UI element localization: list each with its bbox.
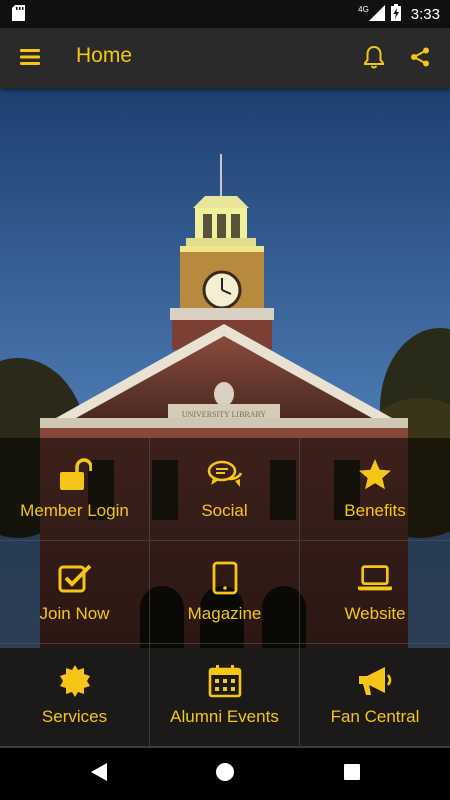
tile-label: Services bbox=[41, 707, 108, 726]
tile-member-login[interactable]: Member Login bbox=[0, 438, 150, 541]
bell-icon bbox=[363, 45, 385, 74]
share-icon bbox=[410, 47, 430, 72]
star-icon bbox=[357, 457, 393, 493]
tablet-icon bbox=[207, 560, 243, 596]
tile-label: Member Login bbox=[20, 501, 129, 520]
menu-button[interactable] bbox=[14, 43, 46, 75]
checkbox-icon bbox=[57, 560, 93, 596]
home-icon bbox=[215, 762, 235, 787]
clock: 3:33 bbox=[410, 5, 440, 23]
tile-services[interactable]: Services bbox=[0, 644, 150, 747]
tile-label: Social bbox=[201, 501, 248, 520]
status-bar: 4G 3:33 bbox=[0, 0, 450, 28]
status-icons: 4G 3:33 bbox=[358, 0, 440, 28]
system-nav-bar bbox=[0, 748, 450, 800]
page-title: Home bbox=[76, 44, 133, 67]
tile-join-now[interactable]: Join Now bbox=[0, 541, 150, 644]
recents-icon bbox=[343, 763, 361, 786]
share-button[interactable] bbox=[404, 43, 436, 75]
megaphone-icon bbox=[357, 663, 393, 699]
home-button[interactable] bbox=[213, 762, 237, 786]
tile-label: Benefits bbox=[344, 501, 406, 520]
hamburger-menu-icon bbox=[20, 48, 40, 70]
tile-label: Join Now bbox=[39, 604, 110, 623]
battery-charging-icon bbox=[390, 4, 401, 24]
network-type: 4G bbox=[358, 4, 369, 14]
tile-label: Website bbox=[344, 604, 406, 623]
back-button[interactable] bbox=[87, 762, 111, 786]
menu-grid: Member Login Social Benefits Join Now Ma… bbox=[0, 438, 450, 747]
sun-badge-icon bbox=[57, 663, 93, 699]
app-bar: Home bbox=[0, 28, 450, 88]
tile-label: Fan Central bbox=[330, 707, 420, 726]
tile-fan-central[interactable]: Fan Central bbox=[300, 644, 450, 747]
building-inscription: UNIVERSITY LIBRARY bbox=[182, 410, 267, 419]
recents-button[interactable] bbox=[340, 762, 364, 786]
tile-magazine[interactable]: Magazine bbox=[150, 541, 300, 644]
signal-icon bbox=[368, 4, 385, 24]
unlock-icon bbox=[57, 457, 93, 493]
laptop-icon bbox=[357, 560, 393, 596]
chat-bubbles-icon bbox=[207, 457, 243, 493]
back-icon bbox=[90, 762, 108, 787]
sd-card-icon bbox=[12, 5, 25, 24]
tile-label: Magazine bbox=[187, 604, 262, 623]
tile-label: Alumni Events bbox=[170, 707, 279, 726]
tile-social[interactable]: Social bbox=[150, 438, 300, 541]
tile-benefits[interactable]: Benefits bbox=[300, 438, 450, 541]
calendar-icon bbox=[207, 663, 243, 699]
tile-website[interactable]: Website bbox=[300, 541, 450, 644]
tile-alumni-events[interactable]: Alumni Events bbox=[150, 644, 300, 747]
notifications-button[interactable] bbox=[358, 43, 390, 75]
